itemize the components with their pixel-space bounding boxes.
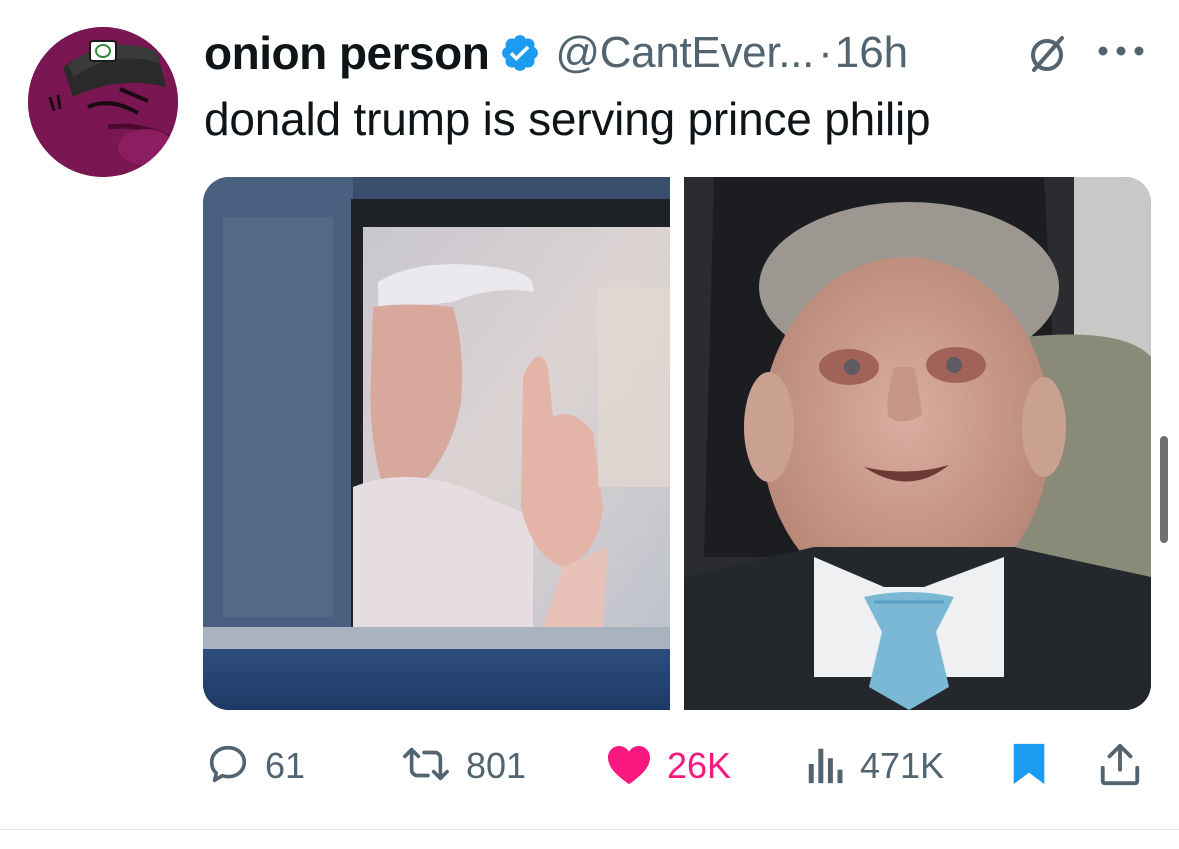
views-count: 471K [860,745,945,786]
share-icon [1098,741,1142,792]
like-count: 26K [667,745,732,786]
avatar[interactable] [28,27,178,177]
grok-icon[interactable] [1022,30,1072,80]
retweet-button[interactable]: 801 [400,735,526,797]
media-image-left[interactable] [203,177,670,710]
views-button[interactable]: 471K [806,735,944,797]
share-button[interactable] [1098,735,1142,797]
reply-button[interactable]: 61 [205,735,305,797]
heart-icon [605,741,653,792]
tweet-text: donald trump is serving prince philip [204,93,931,145]
display-name[interactable]: onion person [204,26,490,80]
tweet: onion person @CantEver... · 16h donald t… [0,0,1179,849]
media-image-right[interactable] [684,177,1151,710]
more-icon[interactable] [1093,36,1149,66]
onion-logo-avatar-icon [28,27,178,177]
bookmark-icon [1010,741,1048,792]
action-bar: 61 801 26K 471K [0,735,1179,797]
separator-dot: · [818,28,833,77]
scrollbar[interactable] [1160,436,1168,543]
like-button[interactable]: 26K [605,735,731,797]
handle[interactable]: @CantEver... [555,28,814,78]
retweet-count: 801 [466,745,527,786]
retweet-icon [400,741,452,792]
divider [0,829,1179,830]
media-grid [203,177,1151,710]
tweet-header: onion person @CantEver... · 16h [204,24,908,82]
views-icon [806,741,846,792]
timestamp[interactable]: 16h [835,28,908,78]
reply-icon [205,741,251,792]
bookmark-button[interactable] [1010,735,1048,797]
verified-badge-icon [499,32,541,74]
reply-count: 61 [265,745,306,786]
